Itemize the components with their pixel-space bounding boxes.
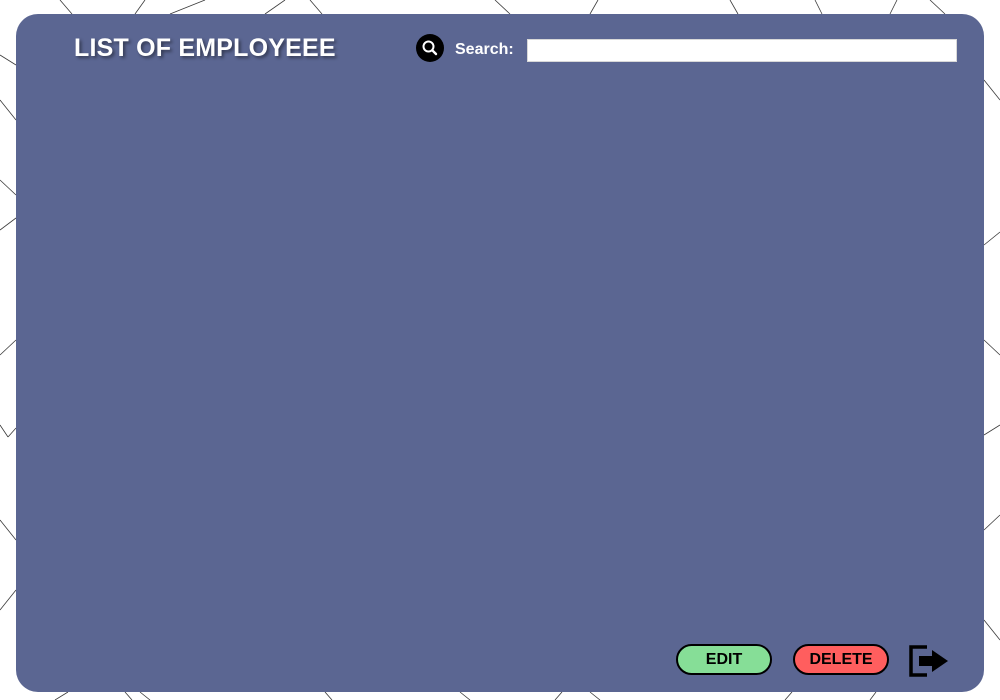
employee-list-panel: LIST OF EMPLOYEEE Search: EDIT DELETE [16, 14, 984, 692]
edit-button[interactable]: EDIT [676, 644, 772, 675]
search-label: Search: [455, 41, 514, 58]
exit-icon[interactable] [908, 644, 952, 678]
delete-button[interactable]: DELETE [793, 644, 889, 675]
search-icon[interactable] [416, 34, 444, 62]
search-input[interactable] [527, 39, 957, 62]
page-title: LIST OF EMPLOYEEE [74, 34, 336, 62]
